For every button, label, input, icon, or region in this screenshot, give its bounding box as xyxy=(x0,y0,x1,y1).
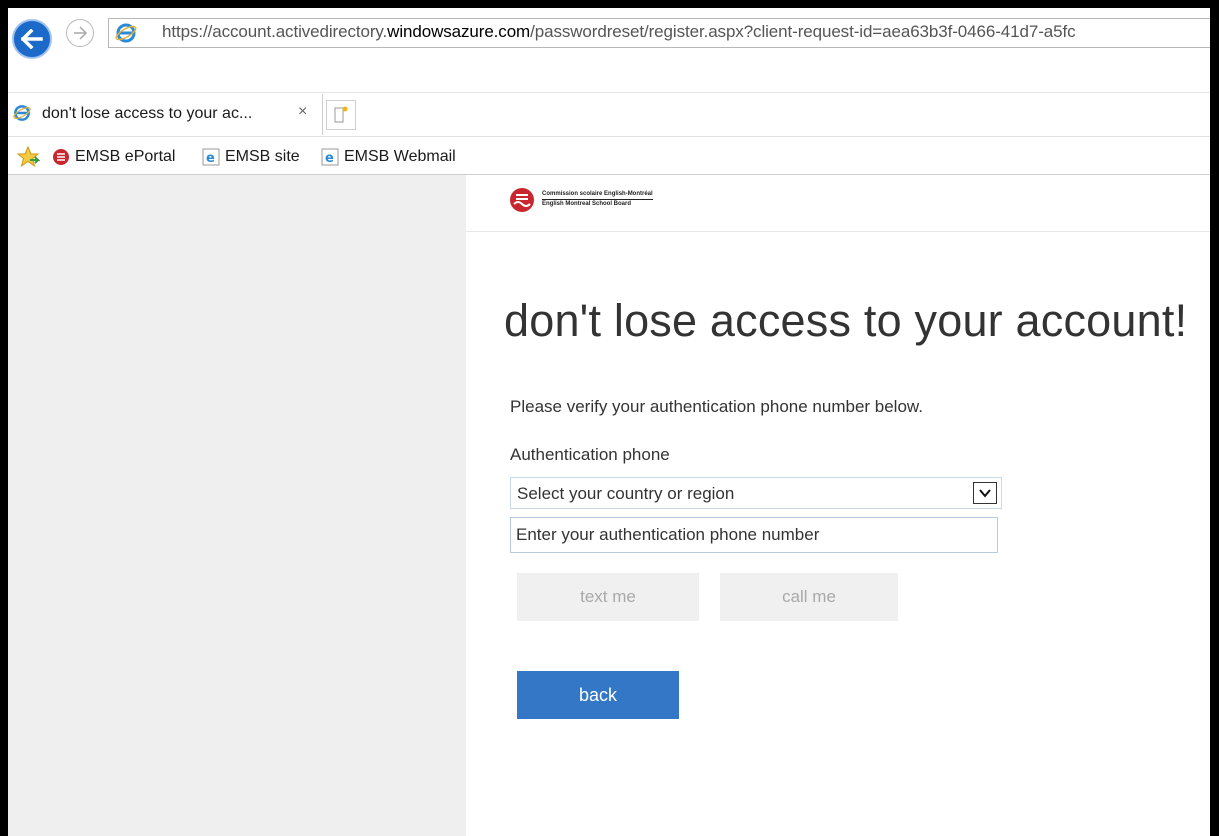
phone-number-input[interactable] xyxy=(510,517,998,553)
ie-logo-icon xyxy=(115,23,137,43)
browser-window: https://account.activedirectory.windowsa… xyxy=(8,8,1210,836)
text-me-button[interactable]: text me xyxy=(517,573,699,621)
authentication-phone-label: Authentication phone xyxy=(510,445,670,464)
country-select-value: Select your country or region xyxy=(517,484,735,503)
url-prefix: https://account.activedirectory. xyxy=(162,22,388,41)
chevron-down-icon[interactable] xyxy=(973,482,997,504)
tab-title: don't lose access to your ac... xyxy=(42,105,253,122)
left-panel xyxy=(8,175,466,836)
new-tab-button[interactable] xyxy=(326,100,356,130)
emsb-logo-icon xyxy=(510,188,534,212)
forward-button[interactable] xyxy=(66,19,94,47)
favorite-label: EMSB site xyxy=(225,148,300,165)
url-domain: windowsazure.com xyxy=(387,22,531,41)
call-me-button[interactable]: call me xyxy=(720,573,898,621)
address-bar-row: https://account.activedirectory.windowsa… xyxy=(8,8,1210,59)
logo-line-1: Commission scolaire English-Montréal xyxy=(542,191,653,197)
page-title: don't lose access to your account! xyxy=(504,295,1188,346)
svg-text:e: e xyxy=(206,151,215,166)
country-region-select[interactable]: Select your country or region xyxy=(510,477,1002,509)
header-logo-bar: Commission scolaire English-Montréal Eng… xyxy=(466,175,1210,232)
back-arrow-icon xyxy=(21,29,43,49)
ie-page-icon: e xyxy=(321,148,339,166)
tab-bar: don't lose access to your ac... × xyxy=(8,94,1210,138)
close-tab-icon[interactable]: × xyxy=(298,103,307,121)
back-button[interactable] xyxy=(12,19,52,59)
logo-line-2: English Montreal School Board xyxy=(542,199,653,208)
main-panel: Commission scolaire English-Montréal Eng… xyxy=(466,175,1210,836)
favorite-label: EMSB ePortal xyxy=(75,148,176,165)
favorite-emsb-webmail[interactable]: e EMSB Webmail xyxy=(321,146,456,168)
organization-logo-text: Commission scolaire English-Montréal Eng… xyxy=(542,190,653,208)
url-path: /passwordreset/register.aspx?client-requ… xyxy=(530,22,1076,41)
forward-arrow-icon xyxy=(74,26,88,40)
favorite-label: EMSB Webmail xyxy=(344,148,456,165)
favorites-star-icon[interactable] xyxy=(16,146,40,168)
favorite-emsb-site[interactable]: e EMSB site xyxy=(202,146,300,168)
emsb-portal-icon xyxy=(53,149,69,165)
url-text: https://account.activedirectory.windowsa… xyxy=(162,22,1076,42)
instruction-text: Please verify your authentication phone … xyxy=(510,397,923,416)
new-tab-icon xyxy=(334,106,348,123)
page-content: Commission scolaire English-Montréal Eng… xyxy=(8,174,1210,836)
back-button-primary[interactable]: back xyxy=(517,671,679,719)
favorites-bar: EMSB ePortal e EMSB site e EMSB Webmail xyxy=(8,136,1210,177)
ie-page-icon: e xyxy=(202,148,220,166)
favorite-emsb-eportal[interactable]: EMSB ePortal xyxy=(52,146,175,168)
svg-text:e: e xyxy=(325,151,334,166)
ie-tab-icon xyxy=(13,105,31,121)
tab-active[interactable]: don't lose access to your ac... × xyxy=(8,94,323,135)
